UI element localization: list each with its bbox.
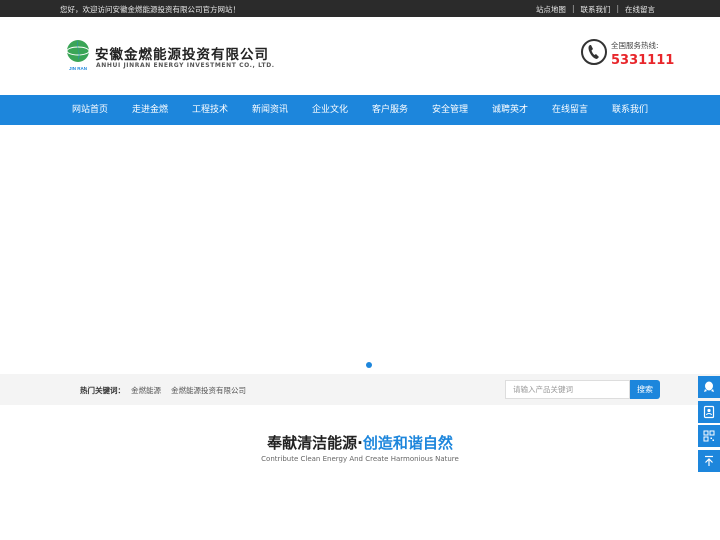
- hot-keyword[interactable]: 金燃能源投资有限公司: [171, 385, 246, 396]
- hot-keywords-label: 热门关键词：: [80, 386, 125, 395]
- brand-name-english: ANHUI JINRAN ENERGY INVESTMENT CO., LTD.: [96, 62, 275, 69]
- hotline-label: 全国服务热线:: [611, 41, 659, 50]
- contact-card-icon[interactable]: [698, 400, 720, 423]
- separator: |: [616, 4, 619, 13]
- company-logo[interactable]: JIN RAN: [65, 38, 91, 72]
- hotline-number: 5331111: [611, 53, 675, 68]
- logo-text: JIN RAN: [69, 66, 87, 71]
- brand-name: 安徽金燃能源投资有限公司: [95, 47, 269, 63]
- online-message-link[interactable]: 在线留言: [625, 4, 655, 15]
- side-float-bar: [698, 376, 720, 474]
- nav-item-home[interactable]: 网站首页: [60, 95, 120, 125]
- top-links: 站点地图 | 联系我们 | 在线留言: [536, 4, 655, 15]
- slogan-english: Contribute Clean Energy And Create Harmo…: [261, 455, 459, 463]
- nav-item-engineering[interactable]: 工程技术: [180, 95, 240, 125]
- header: JIN RAN 安徽金燃能源投资有限公司 ANHUI JINRAN ENERGY…: [0, 17, 720, 95]
- hot-keyword[interactable]: 金燃能源: [131, 385, 161, 396]
- nav-item-safety[interactable]: 安全管理: [420, 95, 480, 125]
- nav-item-contact[interactable]: 联系我们: [600, 95, 660, 125]
- nav-item-service[interactable]: 客户服务: [360, 95, 420, 125]
- qrcode-icon[interactable]: [698, 425, 720, 447]
- nav-item-message[interactable]: 在线留言: [540, 95, 600, 125]
- top-bar: 您好，欢迎访问安徽金燃能源投资有限公司官方网站！ 站点地图 | 联系我们 | 在…: [0, 0, 720, 17]
- back-to-top-icon[interactable]: [698, 449, 720, 472]
- slogan: 奉献清洁能源·创造和谐自然: [0, 432, 720, 453]
- contact-us-link[interactable]: 联系我们: [580, 4, 610, 15]
- nav-item-culture[interactable]: 企业文化: [300, 95, 360, 125]
- qq-icon[interactable]: [698, 376, 720, 398]
- search-input[interactable]: 请输入产品关键词: [505, 380, 630, 399]
- nav-item-careers[interactable]: 诚聘英才: [480, 95, 540, 125]
- welcome-text: 您好，欢迎访问安徽金燃能源投资有限公司官方网站！: [60, 5, 240, 14]
- slogan-part2: 创造和谐自然: [362, 434, 453, 452]
- slogan-part1: 奉献清洁能源: [267, 434, 358, 452]
- nav-item-news[interactable]: 新闻资讯: [240, 95, 300, 125]
- search-button[interactable]: 搜索: [630, 380, 660, 399]
- banner-slider: [0, 125, 720, 374]
- separator: |: [571, 4, 575, 13]
- nav-item-about[interactable]: 走进金燃: [120, 95, 180, 125]
- slider-dot[interactable]: [366, 362, 372, 368]
- phone-icon: [581, 39, 607, 65]
- main-nav: 网站首页 走进金燃 工程技术 新闻资讯 企业文化 客户服务 安全管理 诚聘英才 …: [0, 95, 720, 125]
- sitemap-link[interactable]: 站点地图: [536, 4, 566, 15]
- search-bar: 热门关键词： 金燃能源 金燃能源投资有限公司 请输入产品关键词 搜索: [0, 374, 720, 405]
